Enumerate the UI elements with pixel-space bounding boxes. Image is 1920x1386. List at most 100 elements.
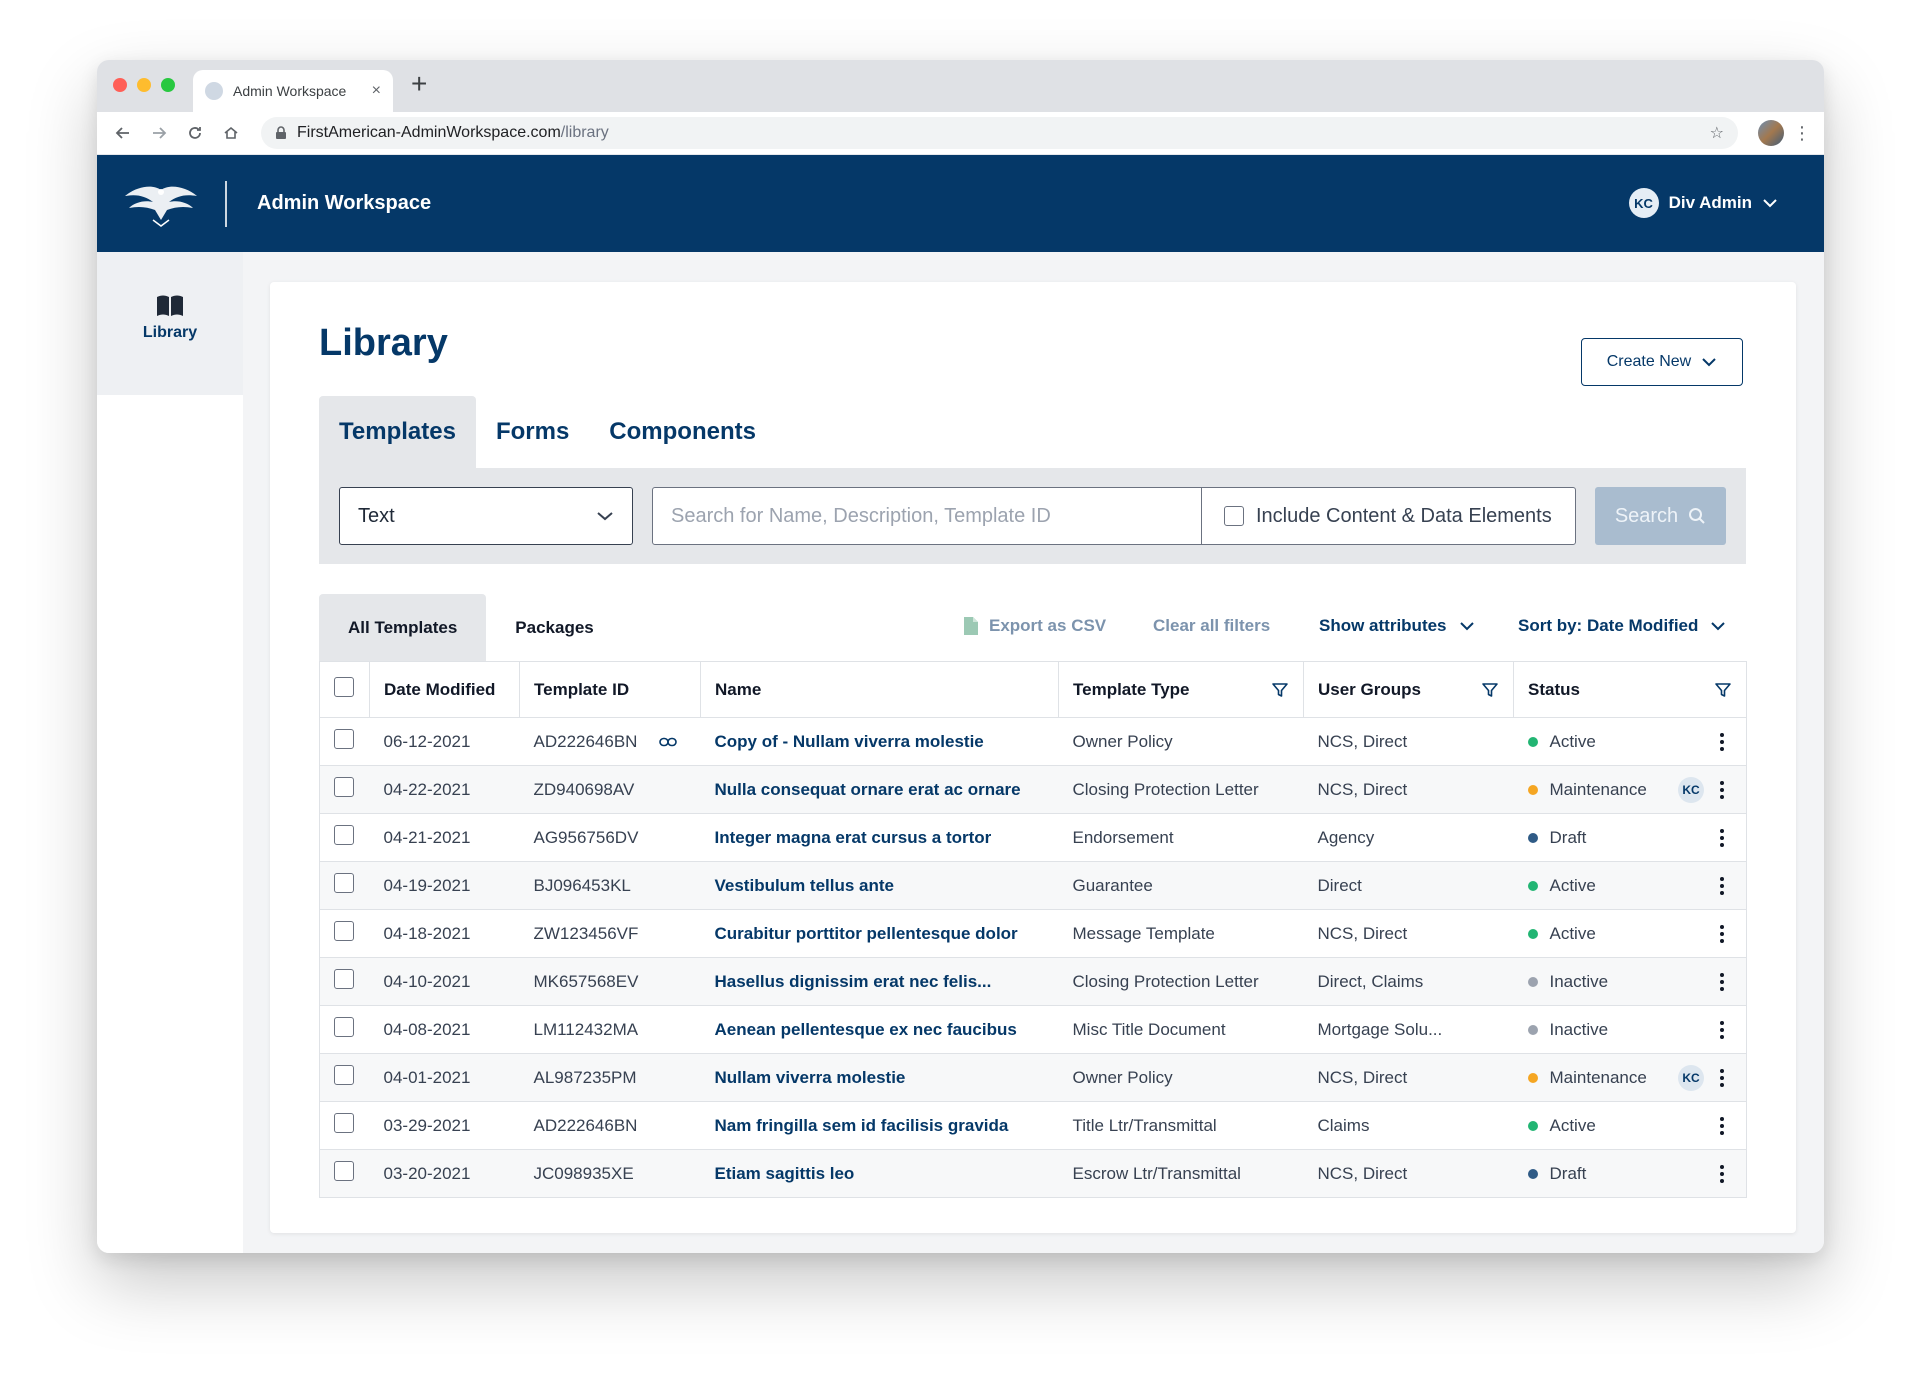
table-row[interactable]: 03-29-2021 AD222646BN Nam fringilla sem … [319, 1101, 1747, 1150]
column-header-user-groups[interactable]: User Groups [1303, 661, 1514, 718]
table-row[interactable]: 06-12-2021 AD222646BN Copy of - Nullam v… [319, 717, 1747, 766]
forward-button[interactable] [145, 119, 173, 147]
row-menu-icon[interactable] [1712, 1164, 1732, 1183]
minimize-window-button[interactable] [137, 78, 151, 92]
link-icon[interactable] [659, 736, 678, 748]
row-checkbox[interactable] [334, 921, 354, 941]
column-header-status[interactable]: Status [1513, 661, 1747, 718]
tab-components[interactable]: Components [589, 396, 776, 468]
funnel-icon[interactable] [1271, 681, 1289, 699]
table-row[interactable]: 04-21-2021 AG956756DV Integer magna erat… [319, 813, 1747, 862]
row-checkbox[interactable] [334, 969, 354, 989]
funnel-icon[interactable] [1481, 681, 1499, 699]
row-menu-icon[interactable] [1712, 972, 1732, 991]
tab-templates[interactable]: Templates [319, 396, 476, 468]
browser-tab-title: Admin Workspace [233, 83, 347, 99]
status-label: Draft [1549, 827, 1587, 847]
browser-tabstrip: Admin Workspace × + [97, 60, 1824, 112]
row-menu-icon[interactable] [1712, 1116, 1732, 1135]
eagle-logo[interactable] [97, 155, 225, 252]
row-checkbox[interactable] [334, 1017, 354, 1037]
table-row[interactable]: 04-22-2021 ZD940698AV Nulla consequat or… [319, 765, 1747, 814]
row-checkbox[interactable] [334, 1065, 354, 1085]
create-new-button[interactable]: Create New [1581, 338, 1743, 386]
template-name-link[interactable]: Nullam viverra molestie [700, 1053, 1059, 1102]
tab-packages[interactable]: Packages [486, 594, 622, 661]
search-input[interactable] [653, 488, 1202, 544]
row-checkbox[interactable] [334, 873, 354, 893]
table-row[interactable]: 03-20-2021 JC098935XE Etiam sagittis leo… [319, 1149, 1747, 1198]
status-label: Maintenance [1549, 779, 1647, 799]
row-menu-icon[interactable] [1712, 780, 1732, 799]
user-menu[interactable]: KC Div Admin [1628, 188, 1778, 218]
browser-window: Admin Workspace × + FirstAmerican-AdminW… [97, 60, 1824, 1253]
row-checkbox[interactable] [334, 1161, 354, 1181]
browser-profile-avatar[interactable] [1758, 120, 1784, 146]
row-checkbox[interactable] [334, 825, 354, 845]
select-all-checkbox[interactable] [334, 677, 354, 697]
back-button[interactable] [109, 119, 137, 147]
template-type-cell: Owner Policy [1058, 1053, 1304, 1102]
row-menu-icon[interactable] [1712, 1068, 1732, 1087]
assignee-badge[interactable]: KC [1678, 1064, 1704, 1091]
template-name-link[interactable]: Etiam sagittis leo [700, 1149, 1059, 1198]
maximize-window-button[interactable] [161, 78, 175, 92]
export-csv-button[interactable]: Export as CSV [963, 612, 1106, 640]
table-row[interactable]: 04-19-2021 BJ096453KL Vestibulum tellus … [319, 861, 1747, 910]
row-checkbox[interactable] [334, 777, 354, 797]
column-header-template-id[interactable]: Template ID [519, 661, 701, 718]
home-button[interactable] [217, 119, 245, 147]
search-type-select[interactable]: Text [339, 487, 633, 545]
chevron-down-icon [597, 512, 613, 521]
tab-forms[interactable]: Forms [476, 396, 589, 468]
address-bar[interactable]: FirstAmerican-AdminWorkspace.com/library… [261, 117, 1738, 149]
template-name-link[interactable]: Nulla consequat ornare erat ac ornare [700, 765, 1059, 814]
close-tab-icon[interactable]: × [372, 82, 381, 100]
include-content-option[interactable]: Include Content & Data Elements [1202, 488, 1575, 544]
clear-filters-button[interactable]: Clear all filters [1153, 612, 1270, 640]
include-content-checkbox[interactable] [1224, 506, 1244, 526]
column-header-name[interactable]: Name [700, 661, 1059, 718]
table-row[interactable]: 04-01-2021 AL987235PM Nullam viverra mol… [319, 1053, 1747, 1102]
new-tab-button[interactable]: + [411, 70, 427, 98]
reload-button[interactable] [181, 119, 209, 147]
tab-all-templates[interactable]: All Templates [319, 594, 487, 661]
row-menu-icon[interactable] [1712, 732, 1732, 751]
row-menu-icon[interactable] [1712, 876, 1732, 895]
template-name-link[interactable]: Vestibulum tellus ante [700, 861, 1059, 910]
close-window-button[interactable] [113, 78, 127, 92]
assignee-badge[interactable]: KC [1678, 776, 1704, 803]
table-row[interactable]: 04-18-2021 ZW123456VF Curabitur porttito… [319, 909, 1747, 958]
row-menu-icon[interactable] [1712, 1020, 1732, 1039]
sidebar-item-library[interactable]: Library [97, 252, 243, 395]
browser-menu-icon[interactable]: ⋮ [1792, 123, 1812, 144]
table-row[interactable]: 04-08-2021 LM112432MA Aenean pellentesqu… [319, 1005, 1747, 1054]
search-type-value: Text [358, 504, 395, 527]
column-header-template-type[interactable]: Template Type [1058, 661, 1304, 718]
browser-tab[interactable]: Admin Workspace × [193, 70, 393, 112]
row-menu-icon[interactable] [1712, 924, 1732, 943]
row-select-cell [319, 1053, 370, 1102]
date-cell: 04-01-2021 [369, 1053, 520, 1102]
template-name-link[interactable]: Nam fringilla sem id facilisis gravida [700, 1101, 1059, 1150]
template-type-cell: Closing Protection Letter [1058, 765, 1304, 814]
funnel-icon[interactable] [1714, 681, 1732, 699]
template-name-link[interactable]: Copy of - Nullam viverra molestie [700, 717, 1059, 766]
row-checkbox[interactable] [334, 1113, 354, 1133]
template-name-link[interactable]: Curabitur porttitor pellentesque dolor [700, 909, 1059, 958]
table-row[interactable]: 04-10-2021 MK657568EV Hasellus dignissim… [319, 957, 1747, 1006]
status-dot [1527, 832, 1538, 843]
home-icon [224, 126, 238, 139]
row-checkbox[interactable] [334, 729, 354, 749]
template-name-link[interactable]: Hasellus dignissim erat nec felis... [700, 957, 1059, 1006]
row-menu-icon[interactable] [1712, 828, 1732, 847]
user-groups-cell: Claims [1303, 1101, 1514, 1150]
show-attributes-dropdown[interactable]: Show attributes [1319, 612, 1475, 640]
column-header-date[interactable]: Date Modified [369, 661, 520, 718]
row-select-cell [319, 1005, 370, 1054]
template-name-link[interactable]: Integer magna erat cursus a tortor [700, 813, 1059, 862]
sort-by-dropdown[interactable]: Sort by: Date Modified [1518, 612, 1726, 640]
search-button[interactable]: Search [1595, 487, 1726, 545]
bookmark-star-icon[interactable]: ☆ [1710, 123, 1724, 143]
template-name-link[interactable]: Aenean pellentesque ex nec faucibus [700, 1005, 1059, 1054]
